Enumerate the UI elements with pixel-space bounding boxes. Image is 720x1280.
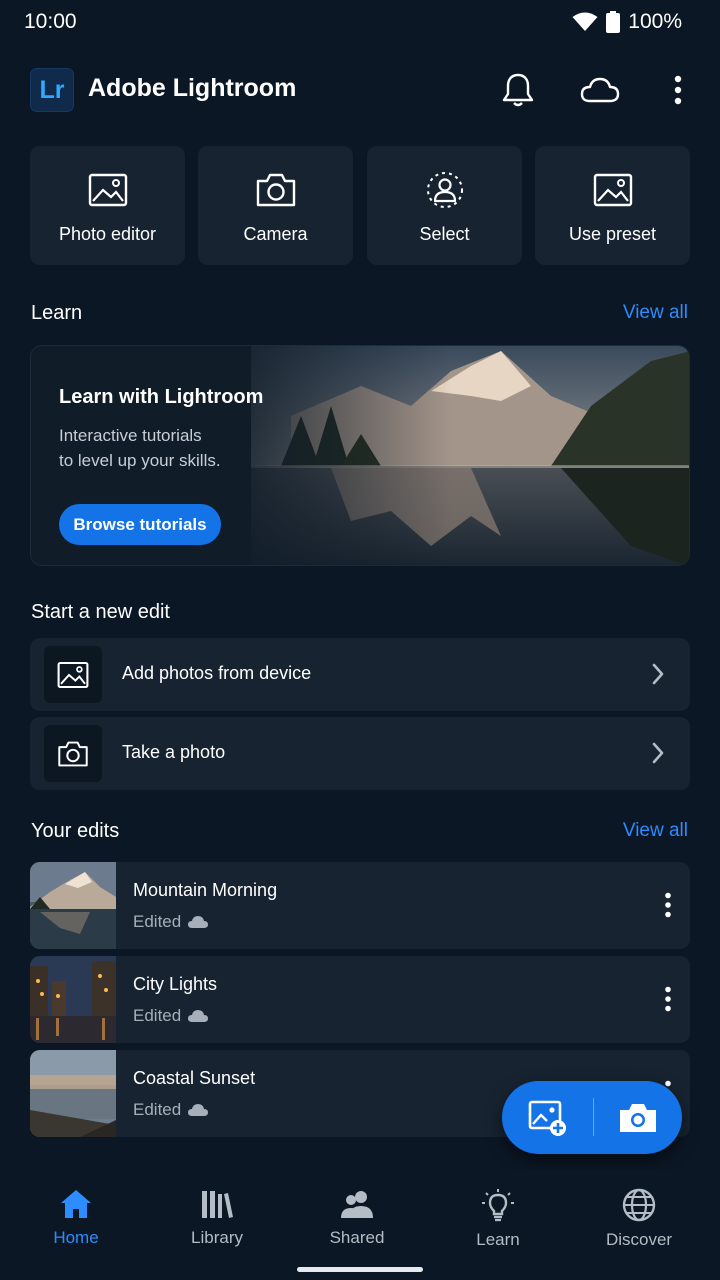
- open-camera-button[interactable]: [616, 1097, 660, 1139]
- home-icon: [61, 1190, 91, 1218]
- browse-tutorials-button[interactable]: Browse tutorials: [59, 504, 221, 545]
- add-photos-from-device-row[interactable]: Add photos from device: [30, 638, 690, 711]
- quick-action-label: Camera: [243, 224, 308, 244]
- app-bar: Lr Adobe Lightroom: [0, 60, 720, 120]
- nav-home[interactable]: Home: [16, 1188, 136, 1248]
- image-icon: [44, 646, 102, 703]
- add-photo-button[interactable]: [526, 1097, 570, 1139]
- mountain-thumbnail: [30, 862, 116, 949]
- bell-icon: [502, 73, 534, 107]
- lightbulb-icon: [482, 1189, 514, 1222]
- cloud-icon: [188, 1104, 209, 1116]
- cloud-icon: [580, 77, 620, 103]
- camera-icon: [254, 170, 298, 210]
- notifications-button[interactable]: [498, 70, 538, 110]
- nav-label: Home: [53, 1228, 99, 1247]
- quick-action-camera[interactable]: Camera: [198, 146, 353, 265]
- nav-learn[interactable]: Learn: [438, 1188, 558, 1250]
- edit-status: Edited: [133, 912, 209, 932]
- image-icon: [86, 170, 130, 210]
- edit-name: City Lights: [133, 974, 218, 994]
- cloud-icon: [188, 1010, 209, 1022]
- edit-status: Edited: [133, 1006, 209, 1026]
- app-title: Adobe Lightroom: [88, 74, 297, 102]
- quick-action-label: Select: [419, 224, 470, 244]
- quick-action-label: Photo editor: [58, 224, 157, 244]
- camera-icon: [620, 1104, 656, 1132]
- image-icon: [591, 170, 635, 210]
- chevron-right-icon: [652, 663, 664, 685]
- nav-discover[interactable]: Discover: [579, 1188, 699, 1250]
- learn-card[interactable]: Learn with Lightroom Interactive tutoria…: [30, 345, 690, 566]
- more-options-button[interactable]: [658, 70, 698, 110]
- edit-name: Coastal Sunset: [133, 1068, 256, 1088]
- chevron-right-icon: [652, 742, 664, 764]
- take-a-photo-row[interactable]: Take a photo: [30, 717, 690, 790]
- coastal-thumbnail: [30, 1050, 116, 1137]
- row-label: Add photos from device: [122, 663, 312, 683]
- status-time: 10:00: [24, 10, 77, 33]
- people-icon: [341, 1191, 373, 1218]
- lightroom-logo: Lr: [30, 68, 74, 112]
- new-edit-section-title: Start a new edit: [31, 601, 170, 623]
- edit-status-label: Edited: [133, 1100, 182, 1119]
- fab-divider: [593, 1098, 594, 1136]
- nav-label: Learn: [476, 1230, 520, 1249]
- status-bar: 10:00 100%: [0, 0, 720, 44]
- battery-icon: [606, 11, 621, 33]
- edit-name: Mountain Morning: [133, 880, 278, 900]
- nav-label: Shared: [329, 1228, 385, 1247]
- your-edits-section-title: Your edits: [31, 820, 120, 842]
- quick-action-label: Use preset: [568, 224, 657, 244]
- more-vertical-icon: [674, 75, 682, 105]
- nav-label: Discover: [605, 1230, 673, 1249]
- more-vertical-icon[interactable]: [664, 892, 672, 918]
- gesture-bar: [297, 1267, 423, 1272]
- person-select-icon: [423, 170, 467, 210]
- battery-percent: 100%: [628, 10, 682, 33]
- city-thumbnail: [30, 956, 116, 1043]
- nav-label: Library: [191, 1228, 243, 1247]
- camera-icon: [44, 725, 102, 782]
- library-icon: [202, 1191, 233, 1218]
- quick-action-use-preset[interactable]: Use preset: [535, 146, 690, 265]
- row-label: Take a photo: [122, 742, 226, 762]
- edit-status: Edited: [133, 1100, 209, 1120]
- floating-action-button: [502, 1081, 682, 1154]
- quick-action-select[interactable]: Select: [367, 146, 522, 265]
- quick-action-photo-editor[interactable]: Photo editor: [30, 146, 185, 265]
- status-right: 100%: [572, 10, 682, 34]
- cloud-sync-button[interactable]: [578, 70, 622, 110]
- learn-card-title: Learn with Lightroom: [59, 386, 264, 408]
- learn-view-all-link[interactable]: View all: [623, 302, 688, 324]
- edit-status-label: Edited: [133, 912, 182, 931]
- learn-card-subtitle-line-1: Interactive tutorials: [59, 426, 202, 445]
- wifi-icon: [572, 12, 598, 31]
- cloud-icon: [188, 916, 209, 928]
- edit-status-label: Edited: [133, 1006, 182, 1025]
- edit-item-city-lights[interactable]: City Lights Edited: [30, 956, 690, 1043]
- nav-shared[interactable]: Shared: [297, 1188, 417, 1248]
- globe-icon: [622, 1188, 656, 1222]
- learn-card-subtitle-line-2: to level up your skills.: [59, 451, 221, 470]
- your-edits-view-all-link[interactable]: View all: [623, 820, 688, 842]
- edit-item-mountain-morning[interactable]: Mountain Morning Edited: [30, 862, 690, 949]
- add-image-icon: [528, 1100, 566, 1136]
- nav-library[interactable]: Library: [157, 1188, 277, 1248]
- bottom-navigation: Home Library Shared Learn Discover: [0, 1170, 720, 1280]
- more-vertical-icon[interactable]: [664, 986, 672, 1012]
- learn-section-title: Learn: [31, 302, 83, 324]
